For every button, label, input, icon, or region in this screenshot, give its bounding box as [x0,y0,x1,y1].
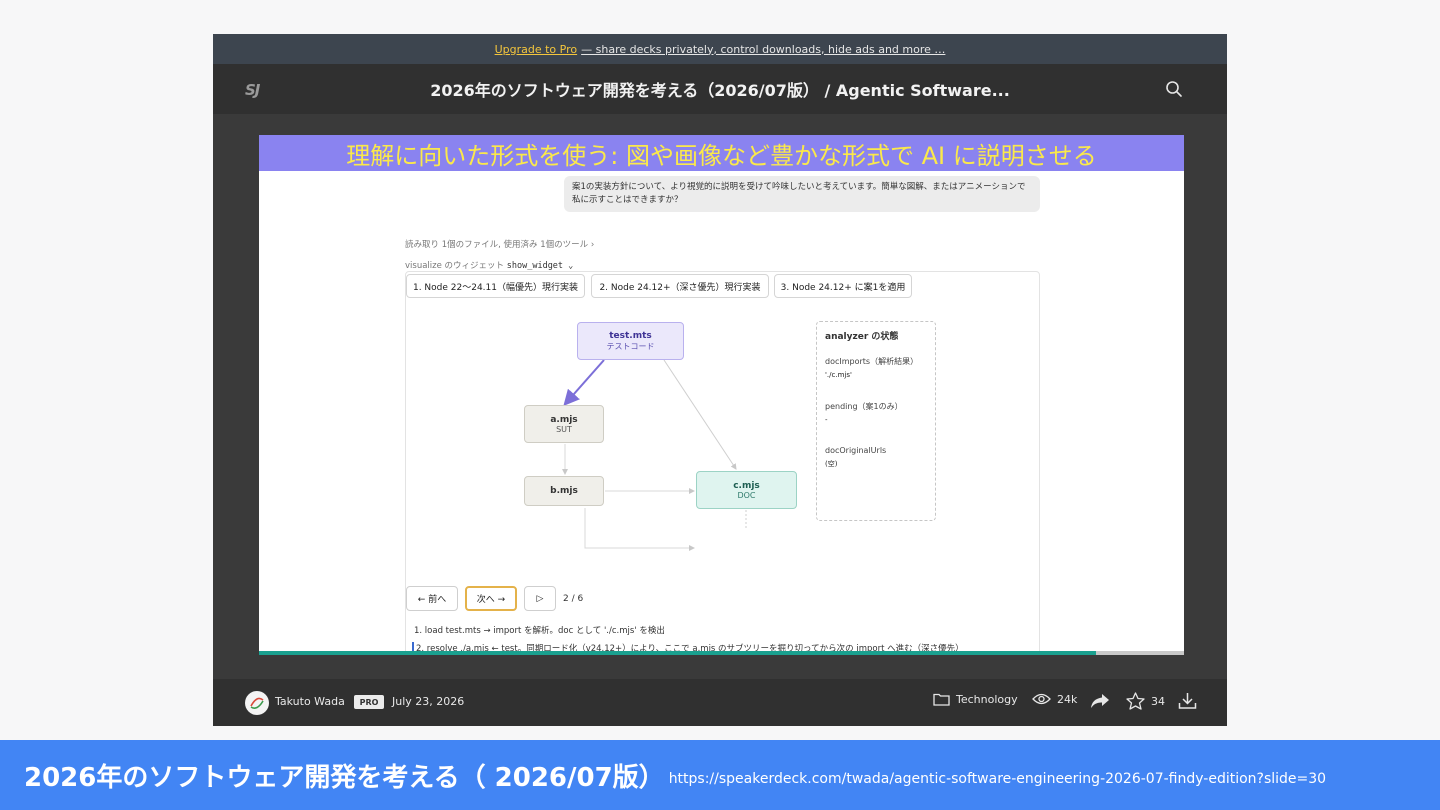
read-info: 読み取り 1個のファイル, 使用済み 1個のツール › [405,240,595,250]
node-a-sub: SUT [556,424,572,434]
node-test-mts[interactable]: test.mts テストコード [577,322,684,360]
state-label-docoriginalurls: docOriginalUrls [825,446,887,455]
search-icon[interactable] [1165,80,1183,98]
slide[interactable]: 理解に向いた形式を使う: 図や画像など豊かな形式で AI に説明させる 案1の実… [259,135,1184,655]
category-link[interactable]: Technology [933,692,1018,706]
speakerdeck-logo[interactable]: SJ [245,81,260,99]
promo-text[interactable]: — share decks privately, control downloa… [581,43,945,56]
state-value-docimports: './c.mjs' [825,371,852,379]
node-b-mjs[interactable]: b.mjs [524,476,604,506]
caption-bar: 2026年のソフトウェア開発を考える（ 2026/07版） https://sp… [0,740,1440,810]
category-label: Technology [956,692,1018,706]
slide-heading: 理解に向いた形式を使う: 図や画像など豊かな形式で AI に説明させる [259,135,1184,171]
node-test-name: test.mts [609,330,652,341]
edge-test-c [663,359,737,470]
page-indicator: 2 / 6 [563,594,584,604]
eye-icon [1032,693,1051,705]
download-icon[interactable] [1178,692,1197,710]
edge-b-loop [584,508,695,551]
state-value-docoriginalurls: (空) [825,460,838,468]
publish-date: July 23, 2026 [392,695,465,708]
avatar-logo-icon [246,692,268,714]
prev-button[interactable]: ← 前へ [406,586,458,611]
views-count: 24k [1032,692,1077,706]
dependency-diagram [562,359,747,551]
node-c-name: c.mjs [733,480,760,491]
deck-title: 2026年のソフトウェア開発を考える（2026/07版） / Agentic S… [430,81,1010,100]
star-icon [1126,692,1145,710]
caption-url[interactable]: https://speakerdeck.com/twada/agentic-so… [669,771,1326,787]
promo-banner: Upgrade to Pro — share decks privately, … [213,34,1227,64]
star-button[interactable]: 34 [1126,692,1165,710]
pro-badge: PRO [354,695,384,709]
node-c-sub: DOC [737,490,756,500]
deck-viewer: Upgrade to Pro — share decks privately, … [213,34,1227,726]
node-test-sub: テストコード [606,341,655,351]
deck-footer: Takuto Wada PRO July 23, 2026 Technology… [213,679,1227,726]
edge-test-a [563,359,605,406]
slide-progress-track [259,651,1184,655]
state-label-pending: pending（案1のみ） [825,402,903,411]
visualize-widget: 1. Node 22〜24.11（幅優先）現行実装 2. Node 24.12+… [405,271,1040,655]
analyzer-state-panel: analyzer の状態 docImports（解析結果） './c.mjs' … [816,321,936,521]
step-line-1: 1. load test.mts → import を解析。doc として '.… [414,626,665,636]
top-bar: SJ 2026年のソフトウェア開発を考える（2026/07版） / Agenti… [213,64,1227,114]
share-icon[interactable] [1090,692,1110,710]
author-avatar[interactable] [245,691,269,715]
next-button[interactable]: 次へ → [465,586,517,611]
caption-title: 2026年のソフトウェア開発を考える（ 2026/07版） [24,762,665,793]
slide-stage: 理解に向いた形式を使う: 図や画像など豊かな形式で AI に説明させる 案1の実… [213,114,1227,679]
node-a-name: a.mjs [550,414,578,425]
node-b-name: b.mjs [550,486,578,496]
views-label: 24k [1057,692,1078,706]
widget-label-line: visualize のウィジェット show_widget ⌄ [405,259,573,271]
play-button[interactable]: ▷ [524,586,556,611]
node-a-mjs[interactable]: a.mjs SUT [524,405,604,443]
author-name[interactable]: Takuto Wada [275,695,345,708]
state-value-pending: - [825,416,828,424]
stars-count: 34 [1151,694,1165,708]
slide-progress-fill [259,651,1097,655]
node-c-mjs[interactable]: c.mjs DOC [696,471,797,509]
state-label-docimports: docImports（解析結果） [825,357,919,366]
widget-label: visualize のウィジェット [405,261,505,271]
folder-icon [933,693,950,706]
chat-bubble: 案1の実装方針について、より視覚的に説明を受けて吟味したいと考えています。簡単な… [564,176,1040,212]
upgrade-link[interactable]: Upgrade to Pro [495,43,578,56]
state-title: analyzer の状態 [825,332,899,342]
widget-name: show_widget ⌄ [506,261,574,271]
